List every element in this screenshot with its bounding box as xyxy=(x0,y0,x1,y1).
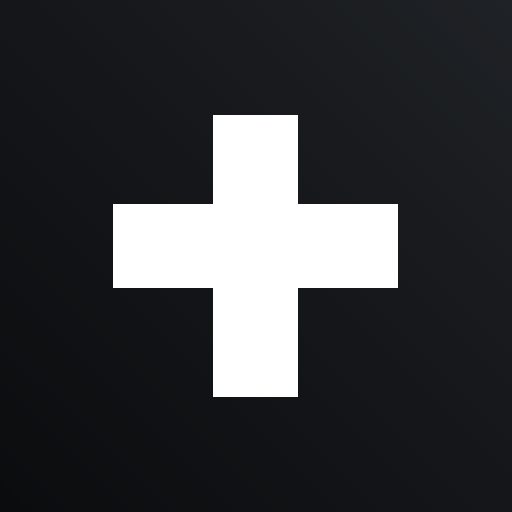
plus-icon xyxy=(0,0,512,512)
app-icon-tile[interactable] xyxy=(0,0,512,512)
plus-icon-horizontal-bar xyxy=(113,204,398,288)
